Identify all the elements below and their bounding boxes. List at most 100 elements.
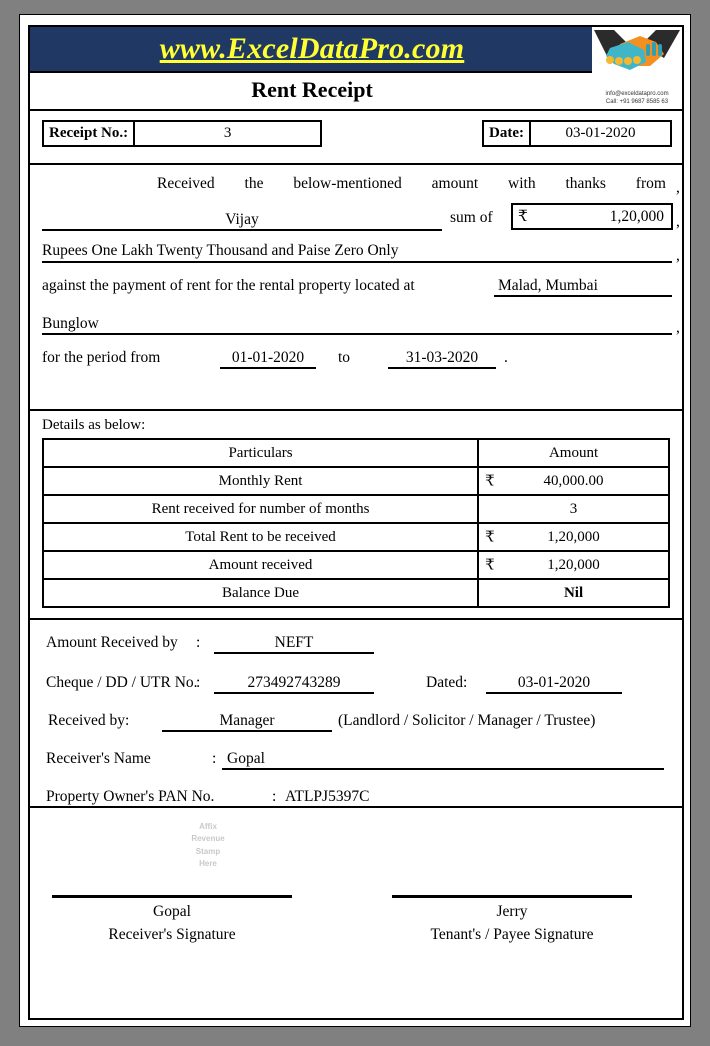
logo-email: info@exceldatapro.com: [605, 91, 669, 97]
column-header-amount: Amount: [477, 438, 670, 468]
stamp-line-1: Affix: [199, 822, 217, 831]
period-prefix-label: for the period from: [42, 349, 161, 366]
receiver-name-label: Receiver's Name: [46, 750, 151, 767]
intro-word-4: with: [508, 175, 536, 192]
tenant-signature-name: Jerry: [496, 903, 528, 921]
period-to-value: 31-03-2020: [405, 349, 479, 366]
page-title: Rent Receipt: [251, 77, 373, 102]
logo-phone: Call: +91 9687 8585 63: [605, 98, 669, 105]
property-line1-value: Malad, Mumbai: [498, 277, 598, 294]
property-line2-field[interactable]: Bunglow: [42, 309, 672, 335]
intro-word-2: below-mentioned: [293, 175, 402, 192]
table-row: Rent received for number of months 3: [41, 494, 670, 524]
document-header: www.ExcelDataPro.com Rent Receipt info@e…: [30, 27, 682, 111]
rupee-symbol-icon: ₹: [485, 529, 495, 546]
cheque-utr-colon: :: [196, 674, 201, 691]
intro-word-0: Received: [157, 175, 215, 192]
date-label: Date:: [484, 122, 531, 145]
receiver-signature-block: Gopal Receiver's Signature: [52, 895, 292, 946]
stamp-line-4: Here: [199, 859, 217, 869]
tenant-signature-caption: Tenant's / Payee Signature: [430, 925, 594, 943]
intro-sentence: Received the below-mentioned amount with…: [42, 175, 666, 193]
cheque-utr-label: Cheque / DD / UTR No.: [46, 674, 198, 691]
received-by-role-value: Manager: [219, 712, 275, 729]
period-from-value: 01-01-2020: [231, 349, 305, 366]
pan-colon: :: [272, 788, 277, 805]
column-header-particulars: Particulars: [41, 438, 480, 468]
page-canvas: www.ExcelDataPro.com Rent Receipt info@e…: [19, 14, 691, 1027]
dated-field[interactable]: 03-01-2020: [486, 668, 622, 694]
amount-figures-field[interactable]: ₹ 1,20,000: [511, 203, 673, 230]
brand-logo: info@exceldatapro.com Call: +91 9687 858…: [592, 27, 682, 109]
intro-word-3: amount: [431, 175, 479, 192]
row-particular: Monthly Rent: [41, 466, 480, 496]
receiver-name-colon: :: [212, 750, 217, 767]
property-comma: ,: [676, 319, 680, 336]
logo-contact-info: info@exceldatapro.com Call: +91 9687 858…: [592, 91, 682, 106]
rupee-symbol-icon: ₹: [518, 208, 528, 225]
sum-of-label: sum of: [450, 209, 493, 226]
amount-received-by-field[interactable]: NEFT: [214, 628, 374, 654]
row-particular: Balance Due: [41, 578, 480, 608]
property-line1-field[interactable]: Malad, Mumbai: [494, 271, 672, 297]
row-amount-value: 1,20,000: [547, 556, 600, 573]
receiver-name-field[interactable]: Gopal: [222, 744, 664, 770]
details-section: Details as below: Particulars Amount Mon…: [30, 411, 682, 620]
amount-received-by-colon: :: [196, 634, 201, 651]
receiver-signature-name: Gopal: [153, 903, 191, 921]
receipt-sheet: www.ExcelDataPro.com Rent Receipt info@e…: [28, 25, 684, 1020]
stamp-line-2: Revenue: [191, 834, 225, 844]
pan-label: Property Owner's PAN No.: [46, 788, 215, 805]
row-amount-value: 3: [477, 494, 670, 524]
amount-figures-value: 1,20,000: [609, 207, 664, 225]
header-text-area: www.ExcelDataPro.com Rent Receipt: [30, 27, 596, 109]
receipt-no-label: Receipt No.:: [44, 122, 136, 145]
signature-rule: [52, 895, 292, 899]
signature-rule: [392, 895, 632, 899]
row-particular: Amount received: [41, 550, 480, 580]
signature-section: Affix Revenue Stamp Here Gopal Receiver'…: [30, 808, 682, 958]
receipt-body: Received the below-mentioned amount with…: [30, 165, 682, 411]
rupee-symbol-icon: ₹: [485, 557, 495, 574]
intro-word-6: from: [635, 175, 666, 192]
handshake-icon: [594, 30, 680, 70]
revenue-stamp-placeholder: Affix Revenue Stamp Here: [178, 821, 238, 871]
date-field[interactable]: Date: 03-01-2020: [482, 120, 672, 147]
row-amount-cell: ₹ 1,20,000: [477, 522, 670, 552]
receipt-no-field[interactable]: Receipt No.: 3: [42, 120, 322, 147]
receipt-no-value[interactable]: 3: [135, 122, 320, 145]
dated-label: Dated:: [426, 674, 468, 691]
table-header-row: Particulars Amount: [41, 438, 670, 468]
row-amount-value: 1,20,000: [547, 528, 600, 545]
amount-received-by-label: Amount Received by: [46, 634, 178, 651]
row-particular: Total Rent to be received: [41, 522, 480, 552]
period-to-field[interactable]: 31-03-2020: [388, 343, 496, 369]
row-amount-cell: ₹ 1,20,000: [477, 550, 670, 580]
receiver-signature-caption: Receiver's Signature: [108, 925, 236, 943]
amount-comma: ,: [676, 213, 680, 230]
pan-field[interactable]: ATLPJ5397C: [280, 782, 664, 808]
tenant-signature-block: Jerry Tenant's / Payee Signature: [392, 895, 632, 946]
date-value[interactable]: 03-01-2020: [531, 122, 670, 145]
payer-name-value: Vijay: [225, 211, 259, 228]
row-amount-cell: ₹ 40,000.00: [477, 466, 670, 496]
stamp-line-3: Stamp: [195, 846, 221, 856]
table-row: Amount received ₹ 1,20,000: [41, 550, 670, 580]
period-from-field[interactable]: 01-01-2020: [220, 343, 316, 369]
intro-word-1: the: [244, 175, 264, 192]
details-table: Particulars Amount Monthly Rent ₹ 40,000…: [41, 438, 670, 608]
website-link[interactable]: www.ExcelDataPro.com: [160, 34, 465, 64]
intro-comma: ,: [676, 179, 680, 196]
amount-words-field[interactable]: Rupees One Lakh Twenty Thousand and Pais…: [42, 237, 672, 263]
row-particular: Rent received for number of months: [41, 494, 480, 524]
received-by-role-field[interactable]: Manager: [162, 706, 332, 732]
payer-name-field[interactable]: Vijay: [42, 205, 442, 231]
cheque-utr-field[interactable]: 273492743289: [214, 668, 374, 694]
property-prefix-label: against the payment of rent for the rent…: [42, 277, 415, 294]
received-by-role-options: (Landlord / Solicitor / Manager / Truste…: [338, 712, 596, 729]
website-banner: www.ExcelDataPro.com: [30, 27, 594, 73]
period-to-label: to: [338, 349, 351, 366]
words-comma: ,: [676, 247, 680, 264]
amount-received-by-value: NEFT: [274, 634, 314, 651]
table-row: Balance Due Nil: [41, 578, 670, 608]
